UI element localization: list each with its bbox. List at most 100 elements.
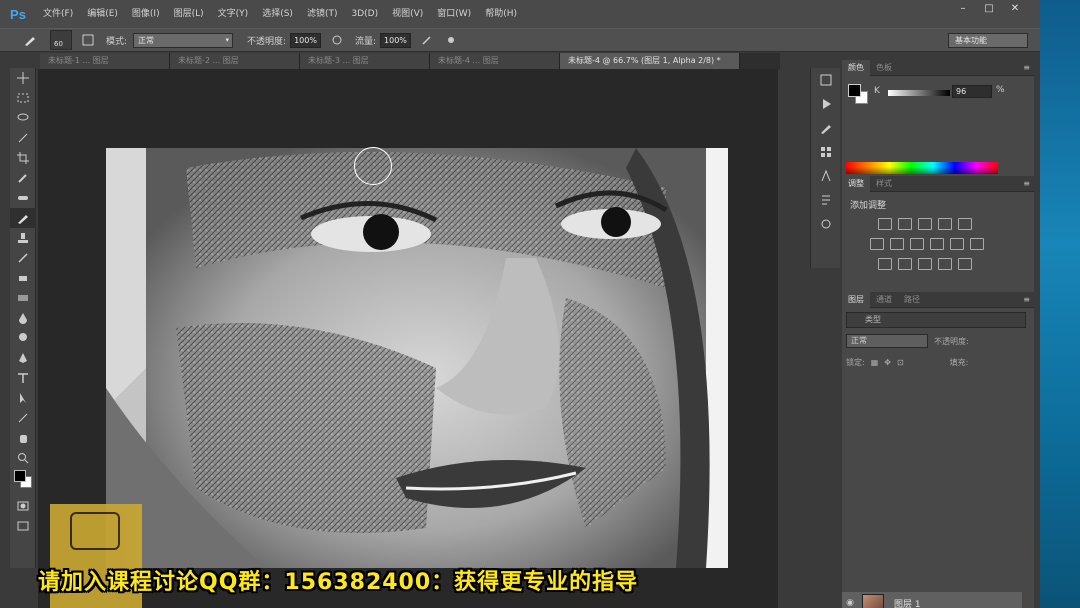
restore-button[interactable]: □ — [978, 2, 1000, 16]
tab-channels[interactable]: 通道 — [870, 292, 898, 308]
k-value-input[interactable]: 96 — [952, 85, 992, 98]
lock-all-icon[interactable]: ⊡ — [897, 358, 904, 367]
brush-tool-preset-picker[interactable] — [18, 30, 44, 50]
mode-select[interactable]: 正常 ▾ — [133, 32, 234, 48]
lock-position-icon[interactable]: ✥ — [884, 358, 891, 367]
move-tool[interactable] — [10, 68, 36, 88]
doc-tab-1[interactable]: 未标题-1 ... 图层 — [40, 53, 170, 69]
eraser-tool[interactable] — [10, 268, 36, 288]
curves-icon[interactable] — [918, 218, 932, 230]
hue-saturation-icon[interactable] — [870, 238, 884, 250]
channel-mixer-icon[interactable] — [950, 238, 964, 250]
hand-tool[interactable] — [10, 428, 36, 448]
close-button[interactable]: ✕ — [1004, 2, 1026, 16]
tab-layers[interactable]: 图层 — [842, 291, 870, 308]
vibrance-icon[interactable] — [958, 218, 972, 230]
brush-size-picker[interactable]: 60 — [50, 30, 72, 50]
blur-tool[interactable] — [10, 308, 36, 328]
doc-tab-4[interactable]: 未标题-4 ... 图层 — [430, 53, 560, 69]
pressure-size-icon[interactable] — [443, 32, 459, 48]
brush-panel-button[interactable] — [811, 116, 841, 140]
dodge-tool[interactable] — [10, 328, 36, 348]
marquee-tool[interactable] — [10, 88, 36, 108]
layer-filter-select[interactable]: 类型 — [846, 312, 1026, 328]
tab-paths[interactable]: 路径 — [898, 292, 926, 308]
type-tool[interactable] — [10, 368, 36, 388]
history-panel-button[interactable] — [811, 68, 841, 92]
screen-mode-button[interactable] — [10, 516, 36, 536]
doc-tab-3[interactable]: 未标题-3 ... 图层 — [300, 53, 430, 69]
menu-select[interactable]: 选择(S) — [255, 0, 300, 28]
black-white-icon[interactable] — [910, 238, 924, 250]
menu-window[interactable]: 窗口(W) — [430, 0, 478, 28]
paragraph-panel-button[interactable] — [811, 188, 841, 212]
exposure-icon[interactable] — [938, 218, 952, 230]
crop-tool[interactable] — [10, 148, 36, 168]
opacity-input[interactable]: 100% — [290, 32, 321, 48]
tab-color[interactable]: 颜色 — [842, 59, 870, 76]
quick-mask-button[interactable] — [10, 496, 36, 516]
foreground-color[interactable] — [14, 470, 26, 482]
workspace-select[interactable]: 基本功能 — [948, 33, 1028, 48]
k-slider[interactable] — [888, 90, 950, 96]
menu-type[interactable]: 文字(Y) — [211, 0, 256, 28]
eye-icon[interactable]: ◉ — [842, 598, 858, 608]
brush-presets-button[interactable] — [811, 140, 841, 164]
blend-mode-select[interactable]: 正常 — [846, 334, 928, 348]
path-select-tool[interactable] — [10, 388, 36, 408]
pen-tool[interactable] — [10, 348, 36, 368]
menu-edit[interactable]: 编辑(E) — [80, 0, 125, 28]
color-fg-swatch[interactable] — [848, 84, 861, 97]
invert-icon[interactable] — [878, 258, 892, 270]
menu-image[interactable]: 图像(I) — [125, 0, 167, 28]
pressure-opacity-icon[interactable] — [329, 32, 345, 48]
tab-swatches[interactable]: 色板 — [870, 60, 898, 76]
color-balance-icon[interactable] — [890, 238, 904, 250]
healing-brush-tool[interactable] — [10, 188, 36, 208]
flow-input[interactable]: 100% — [380, 32, 411, 48]
clone-source-button[interactable] — [811, 212, 841, 236]
doc-tab-2[interactable]: 未标题-2 ... 图层 — [170, 53, 300, 69]
clone-stamp-tool[interactable] — [10, 228, 36, 248]
gradient-map-icon[interactable] — [938, 258, 952, 270]
menu-view[interactable]: 视图(V) — [385, 0, 430, 28]
layer-row-layer1[interactable]: ◉ 图层 1 — [842, 592, 1022, 608]
menu-filter[interactable]: 滤镜(T) — [300, 0, 345, 28]
doc-tab-active[interactable]: 未标题-4 @ 66.7% (图层 1, Alpha 2/8) * — [560, 53, 740, 69]
color-lookup-icon[interactable] — [970, 238, 984, 250]
character-panel-button[interactable] — [811, 164, 841, 188]
selective-color-icon[interactable] — [958, 258, 972, 270]
tab-styles[interactable]: 样式 — [870, 176, 898, 192]
color-swatches[interactable] — [10, 468, 36, 496]
actions-panel-button[interactable] — [811, 92, 841, 116]
canvas-area[interactable] — [38, 69, 778, 608]
airbrush-icon[interactable] — [419, 32, 435, 48]
brush-tool[interactable] — [10, 208, 36, 228]
photo-filter-icon[interactable] — [930, 238, 944, 250]
zoom-tool[interactable] — [10, 448, 36, 468]
panel-menu-icon[interactable]: ≡ — [1023, 179, 1030, 188]
lock-pixels-icon[interactable]: ▦ — [871, 358, 879, 367]
brush-cursor — [354, 147, 392, 185]
threshold-icon[interactable] — [918, 258, 932, 270]
color-spectrum[interactable] — [846, 162, 998, 174]
menu-3d[interactable]: 3D(D) — [344, 0, 385, 28]
brightness-icon[interactable] — [878, 218, 892, 230]
brush-panel-toggle-icon[interactable] — [80, 32, 96, 48]
menu-help[interactable]: 帮助(H) — [478, 0, 524, 28]
tab-adjustments[interactable]: 调整 — [842, 175, 870, 192]
document-canvas[interactable] — [106, 148, 728, 568]
minimize-button[interactable]: – — [952, 2, 974, 16]
menu-file[interactable]: 文件(F) — [36, 0, 80, 28]
menu-layer[interactable]: 图层(L) — [167, 0, 211, 28]
eyedropper-tool[interactable] — [10, 168, 36, 188]
posterize-icon[interactable] — [898, 258, 912, 270]
gradient-tool[interactable] — [10, 288, 36, 308]
lasso-tool[interactable] — [10, 108, 36, 128]
shape-tool[interactable] — [10, 408, 36, 428]
levels-icon[interactable] — [898, 218, 912, 230]
quick-select-tool[interactable] — [10, 128, 36, 148]
panel-menu-icon[interactable]: ≡ — [1023, 295, 1030, 304]
panel-menu-icon[interactable]: ≡ — [1023, 63, 1030, 72]
history-brush-tool[interactable] — [10, 248, 36, 268]
